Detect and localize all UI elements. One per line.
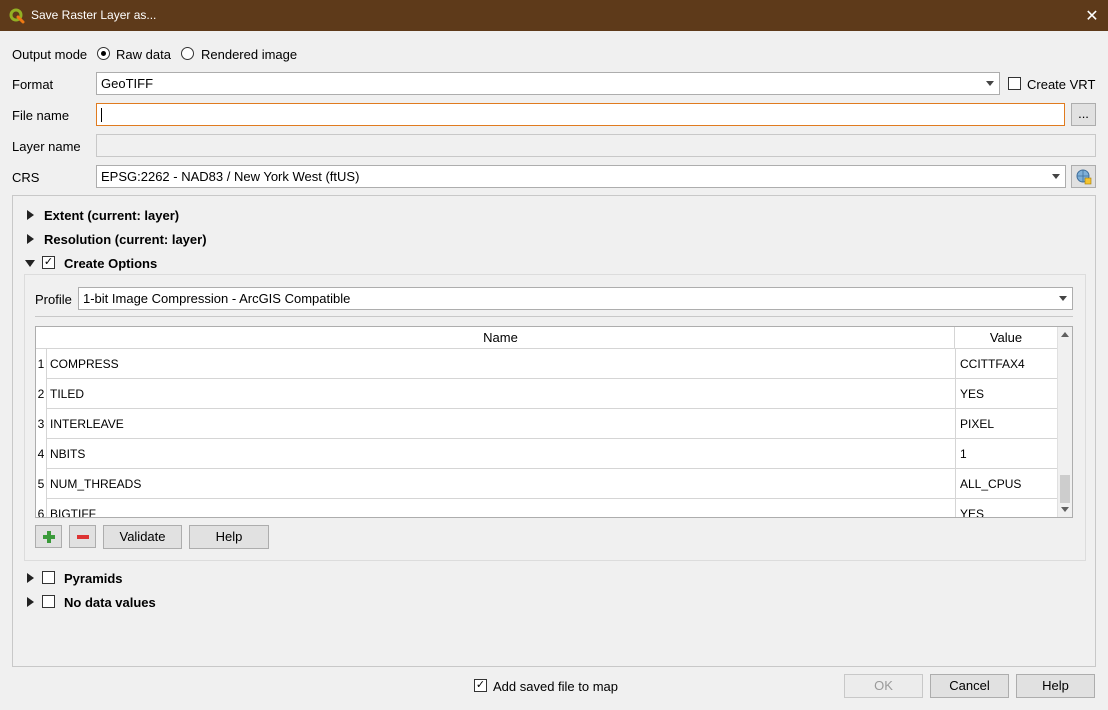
- format-value: GeoTIFF: [101, 76, 154, 91]
- option-name-cell[interactable]: TILED: [50, 379, 954, 409]
- rendered-image-label[interactable]: Rendered image: [201, 47, 297, 62]
- format-label: Format: [12, 77, 54, 92]
- pyramids-checkbox[interactable]: [42, 571, 55, 584]
- plus-icon-vertical: [47, 531, 51, 543]
- table-scrollbar[interactable]: [1057, 327, 1072, 517]
- table-row[interactable]: 4 NBITS 1: [36, 439, 1058, 469]
- no-data-section-title[interactable]: No data values: [64, 595, 156, 610]
- extent-section-title[interactable]: Extent (current: layer): [44, 208, 179, 223]
- option-name-cell[interactable]: COMPRESS: [50, 349, 954, 379]
- options-table[interactable]: Name Value 1 COMPRESS CCITTFAX4 2 TILED …: [35, 326, 1073, 518]
- option-value-cell[interactable]: YES: [955, 379, 1057, 409]
- row-number: 5: [36, 469, 47, 499]
- file-name-input[interactable]: [96, 103, 1065, 126]
- crs-value: EPSG:2262 - NAD83 / New York West (ftUS): [101, 169, 360, 184]
- option-name-cell[interactable]: NUM_THREADS: [50, 469, 954, 499]
- globe-icon: [1076, 169, 1092, 185]
- expand-arrow-icon[interactable]: [27, 234, 34, 244]
- layer-name-input[interactable]: [96, 134, 1096, 157]
- crs-label: CRS: [12, 170, 40, 185]
- option-name-cell[interactable]: INTERLEAVE: [50, 409, 954, 439]
- row-number: 4: [36, 439, 47, 469]
- text-caret: [101, 108, 102, 122]
- scrollbar-thumb[interactable]: [1060, 475, 1070, 503]
- collapse-arrow-icon[interactable]: [25, 260, 35, 267]
- divider: [35, 316, 1073, 317]
- scroll-up-icon[interactable]: [1061, 332, 1069, 337]
- name-column-header[interactable]: Name: [47, 327, 955, 349]
- browse-button[interactable]: ...: [1071, 103, 1096, 126]
- cancel-button[interactable]: Cancel: [930, 674, 1009, 698]
- rendered-image-radio[interactable]: [181, 47, 194, 60]
- qgis-logo-icon: [9, 8, 25, 24]
- option-value-cell[interactable]: YES: [955, 499, 1057, 517]
- profile-label: Profile: [35, 292, 72, 307]
- table-row[interactable]: 1 COMPRESS CCITTFAX4: [36, 349, 1058, 379]
- chevron-down-icon: [1052, 174, 1060, 179]
- create-options-section-title[interactable]: Create Options: [64, 256, 157, 271]
- crs-combo[interactable]: EPSG:2262 - NAD83 / New York West (ftUS): [96, 165, 1066, 188]
- row-number: 3: [36, 409, 47, 439]
- add-to-map-checkbox[interactable]: ✓: [474, 679, 487, 692]
- add-to-map-label[interactable]: Add saved file to map: [493, 679, 618, 694]
- add-option-button[interactable]: [35, 525, 62, 548]
- option-value-cell[interactable]: ALL_CPUS: [955, 469, 1057, 499]
- create-vrt-label[interactable]: Create VRT: [1027, 77, 1095, 92]
- close-icon[interactable]: ✕: [1076, 0, 1108, 31]
- row-number: 2: [36, 379, 47, 409]
- table-header: Name Value: [36, 327, 1058, 349]
- chevron-down-icon: [986, 81, 994, 86]
- row-number: 1: [36, 349, 47, 379]
- remove-option-button[interactable]: [69, 525, 96, 548]
- ok-button[interactable]: OK: [844, 674, 923, 698]
- raw-data-label[interactable]: Raw data: [116, 47, 171, 62]
- crs-select-button[interactable]: [1071, 165, 1096, 188]
- minus-icon: [77, 535, 89, 539]
- help-button[interactable]: Help: [1016, 674, 1095, 698]
- profile-combo[interactable]: 1-bit Image Compression - ArcGIS Compati…: [78, 287, 1073, 310]
- layer-name-label: Layer name: [12, 139, 81, 154]
- file-name-label: File name: [12, 108, 70, 123]
- validate-button[interactable]: Validate: [103, 525, 182, 549]
- value-column-header[interactable]: Value: [955, 327, 1057, 349]
- resolution-section-title[interactable]: Resolution (current: layer): [44, 232, 207, 247]
- option-value-cell[interactable]: PIXEL: [955, 409, 1057, 439]
- pyramids-section-title[interactable]: Pyramids: [64, 571, 123, 586]
- profile-value: 1-bit Image Compression - ArcGIS Compati…: [83, 291, 351, 306]
- table-row[interactable]: 2 TILED YES: [36, 379, 1058, 409]
- option-name-cell[interactable]: NBITS: [50, 439, 954, 469]
- no-data-checkbox[interactable]: [42, 595, 55, 608]
- create-options-help-button[interactable]: Help: [189, 525, 269, 549]
- option-value-cell[interactable]: 1: [955, 439, 1057, 469]
- table-row[interactable]: 3 INTERLEAVE PIXEL: [36, 409, 1058, 439]
- chevron-down-icon: [1059, 296, 1067, 301]
- row-number: 6: [36, 499, 47, 517]
- option-value-cell[interactable]: CCITTFAX4: [955, 349, 1057, 379]
- raw-data-radio[interactable]: [97, 47, 110, 60]
- create-vrt-checkbox[interactable]: [1008, 77, 1021, 90]
- scroll-down-icon[interactable]: [1061, 507, 1069, 512]
- format-combo[interactable]: GeoTIFF: [96, 72, 1000, 95]
- table-row[interactable]: 6 BIGTIFF YES: [36, 499, 1058, 517]
- create-options-checkbox[interactable]: ✓: [42, 256, 55, 269]
- expand-arrow-icon[interactable]: [27, 573, 34, 583]
- window-title: Save Raster Layer as...: [31, 8, 157, 22]
- option-name-cell[interactable]: BIGTIFF: [50, 499, 954, 517]
- output-mode-label: Output mode: [12, 47, 88, 62]
- title-bar: Save Raster Layer as... ✕: [0, 0, 1108, 31]
- table-row[interactable]: 5 NUM_THREADS ALL_CPUS: [36, 469, 1058, 499]
- expand-arrow-icon[interactable]: [27, 210, 34, 220]
- expand-arrow-icon[interactable]: [27, 597, 34, 607]
